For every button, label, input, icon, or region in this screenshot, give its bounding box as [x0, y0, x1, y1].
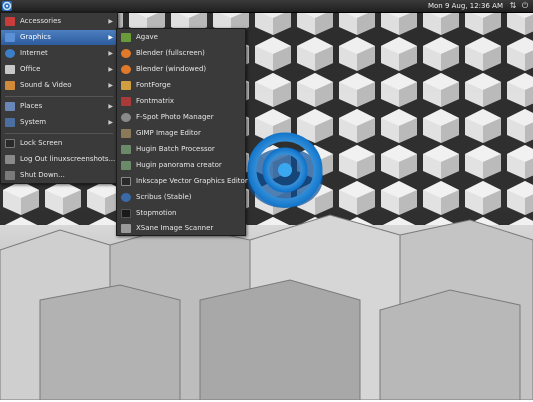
- submenu-item-blender-fullscreen[interactable]: Blender (fullscreen): [117, 46, 245, 61]
- hugin-icon: [121, 145, 131, 154]
- menu-item-sound-video[interactable]: Sound & Video ▶: [1, 78, 117, 93]
- agave-icon: [121, 33, 131, 42]
- menu-item-internet[interactable]: Internet ▶: [1, 46, 117, 61]
- distro-logo-icon: [2, 1, 12, 11]
- shut-down-icon: [5, 171, 15, 180]
- submenu-item-f-spot[interactable]: F-Spot Photo Manager: [117, 110, 245, 125]
- submenu-arrow-icon: ▶: [108, 50, 113, 57]
- hugin-icon: [121, 161, 131, 170]
- submenu-item-gimp[interactable]: GIMP Image Editor: [117, 126, 245, 141]
- blender-icon: [121, 65, 131, 74]
- clock[interactable]: Mon 9 Aug, 12:36 AM: [428, 1, 503, 11]
- submenu-item-stopmotion[interactable]: Stopmotion: [117, 206, 245, 221]
- applications-menu-button[interactable]: [2, 1, 12, 11]
- xsane-icon: [121, 224, 131, 233]
- system-icon: [5, 118, 15, 127]
- menu-separator: [5, 133, 113, 134]
- accessories-icon: [5, 17, 15, 26]
- log-out-icon: [5, 155, 15, 164]
- submenu-item-agave[interactable]: Agave: [117, 30, 245, 45]
- applications-menu: Accessories ▶ Graphics ▶ Internet ▶ Offi…: [0, 12, 118, 184]
- graphics-icon: [5, 33, 15, 42]
- submenu-arrow-icon: ▶: [108, 103, 113, 110]
- submenu-item-inkscape[interactable]: Inkscape Vector Graphics Editor: [117, 174, 248, 189]
- network-icon[interactable]: ⇅: [509, 2, 517, 10]
- lock-screen-icon: [5, 139, 15, 148]
- sound-video-icon: [5, 81, 15, 90]
- submenu-item-xsane[interactable]: XSane Image Scanner: [117, 222, 245, 234]
- menu-item-system[interactable]: System ▶: [1, 115, 117, 130]
- menu-item-log-out[interactable]: Log Out linuxscreenshots...: [1, 152, 117, 167]
- submenu-item-fontmatrix[interactable]: Fontmatrix: [117, 94, 245, 109]
- menu-item-office[interactable]: Office ▶: [1, 62, 117, 77]
- submenu-arrow-icon: ▶: [108, 82, 113, 89]
- submenu-item-blender-windowed[interactable]: Blender (windowed): [117, 62, 245, 77]
- menu-separator: [5, 96, 113, 97]
- internet-icon: [5, 49, 15, 58]
- scribus-icon: [121, 193, 131, 202]
- menu-item-places[interactable]: Places ▶: [1, 99, 117, 114]
- menu-item-graphics[interactable]: Graphics ▶: [1, 30, 117, 45]
- fontmatrix-icon: [121, 97, 131, 106]
- fontforge-icon: [121, 81, 131, 90]
- submenu-arrow-icon: ▶: [108, 66, 113, 73]
- gimp-icon: [121, 129, 131, 138]
- submenu-item-hugin-batch[interactable]: Hugin Batch Processor: [117, 142, 245, 157]
- blender-icon: [121, 49, 131, 58]
- power-icon[interactable]: ⏻: [521, 2, 529, 10]
- submenu-arrow-icon: ▶: [108, 18, 113, 25]
- submenu-arrow-icon: ▶: [108, 34, 113, 41]
- stopmotion-icon: [121, 209, 131, 218]
- submenu-arrow-icon: ▶: [108, 119, 113, 126]
- graphics-submenu: Agave Blender (fullscreen) Blender (wind…: [116, 28, 248, 236]
- submenu-item-hugin-panorama[interactable]: Hugin panorama creator: [117, 158, 245, 173]
- office-icon: [5, 65, 15, 74]
- menu-item-accessories[interactable]: Accessories ▶: [1, 14, 117, 29]
- places-icon: [5, 102, 15, 111]
- f-spot-icon: [121, 113, 131, 122]
- menu-item-lock-screen[interactable]: Lock Screen: [1, 136, 117, 151]
- menu-item-shut-down[interactable]: Shut Down...: [1, 168, 117, 183]
- submenu-item-fontforge[interactable]: FontForge: [117, 78, 245, 93]
- inkscape-icon: [121, 177, 131, 186]
- submenu-item-scribus[interactable]: Scribus (Stable): [117, 190, 245, 205]
